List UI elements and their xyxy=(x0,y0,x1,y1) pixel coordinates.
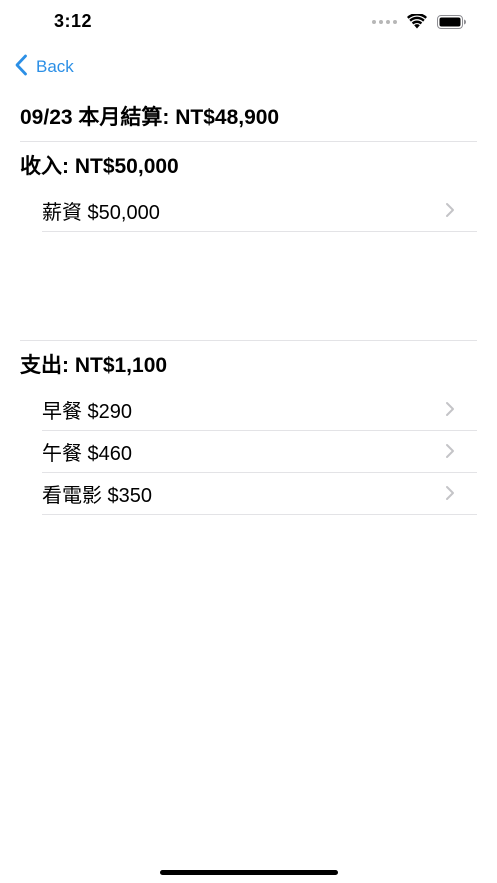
chevron-right-icon xyxy=(445,401,457,417)
back-button[interactable]: Back xyxy=(14,52,74,82)
page-title: 09/23 本月結算: NT$48,900 xyxy=(20,106,280,129)
list-item-label: 看電影 $350 xyxy=(42,484,153,507)
status-time: 3:12 xyxy=(54,11,93,31)
chevron-right-icon xyxy=(445,485,457,501)
expense-section-title: 支出: NT$1,100 xyxy=(20,354,168,377)
list-item-label: 早餐 $290 xyxy=(42,400,133,423)
row-divider xyxy=(42,231,477,232)
cellular-signal-icon xyxy=(372,19,397,24)
list-item-label: 午餐 $460 xyxy=(42,442,133,465)
chevron-right-icon xyxy=(445,202,457,218)
home-indicator[interactable] xyxy=(160,870,338,875)
battery-icon xyxy=(437,14,467,29)
chevron-left-icon xyxy=(14,54,28,81)
expense-list-item[interactable]: 早餐 $290 xyxy=(42,388,477,430)
income-section-title: 收入: NT$50,000 xyxy=(20,155,179,178)
divider xyxy=(20,141,477,142)
status-bar: 3:12 xyxy=(0,0,497,44)
income-list-item[interactable]: 薪資 $50,000 xyxy=(42,189,477,231)
divider xyxy=(20,340,477,341)
list-item-label: 薪資 $50,000 xyxy=(42,201,160,224)
chevron-right-icon xyxy=(445,443,457,459)
row-divider xyxy=(42,514,477,515)
navigation-bar: Back xyxy=(0,52,497,82)
expense-list-item[interactable]: 看電影 $350 xyxy=(42,472,477,514)
status-indicators xyxy=(372,14,467,29)
expense-list-item[interactable]: 午餐 $460 xyxy=(42,430,477,472)
wifi-icon xyxy=(407,14,427,29)
back-label: Back xyxy=(36,57,74,76)
